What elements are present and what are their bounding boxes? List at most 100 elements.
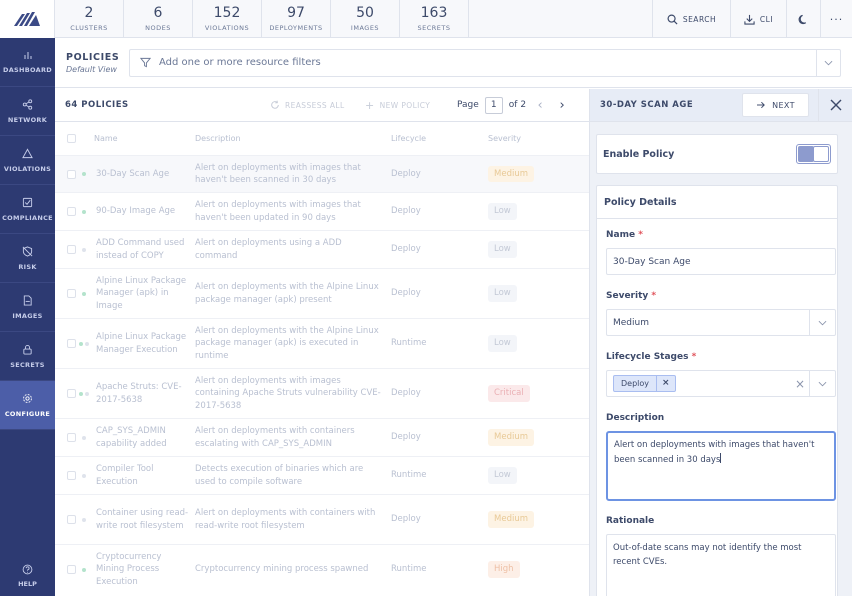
severity-select[interactable]: Medium (606, 309, 836, 336)
next-button[interactable]: NEXT (742, 93, 809, 117)
enabled-status-dot (81, 209, 86, 214)
summary-clusters[interactable]: 2 CLUSTERS (55, 0, 124, 38)
summary-secrets[interactable]: 163 SECRETS (400, 0, 469, 38)
chevron-down-icon[interactable] (809, 371, 835, 396)
table-row[interactable]: 30-Day Scan Age Alert on deployments wit… (55, 155, 589, 192)
plus-icon: + (365, 98, 375, 112)
cli-button[interactable]: CLI (730, 0, 786, 38)
column-lifecycle[interactable]: Lifecycle (391, 134, 488, 143)
nav-network[interactable]: NETWORK (0, 87, 55, 136)
clear-icon[interactable]: × (791, 377, 809, 391)
column-name[interactable]: Name (94, 134, 195, 143)
table-column-headers: Name Description Lifecycle Severity (55, 122, 589, 155)
table-row[interactable]: Alpine Linux Package Manager Execution A… (55, 318, 589, 368)
severity-badge: Low (488, 467, 517, 484)
policies-table-panel: 64 POLICIES REASSESS ALL + NEW POLICY Pa… (55, 89, 589, 596)
severity-badge: Critical (488, 385, 530, 402)
enable-policy-toggle[interactable] (796, 144, 831, 164)
next-page-icon[interactable]: › (554, 98, 570, 113)
stackrox-logo-icon (14, 12, 40, 26)
name-input[interactable]: 30-Day Scan Age (606, 248, 836, 275)
rationale-textarea[interactable]: Out-of-date scans may not identify the m… (606, 534, 836, 596)
table-row[interactable]: Alpine Linux Package Manager (apk) in Im… (55, 268, 589, 318)
refresh-icon (271, 100, 279, 109)
panel-header: 30-DAY SCAN AGE NEXT (590, 89, 852, 122)
disabled-status-dot (81, 473, 86, 478)
table-row[interactable]: CAP_SYS_ADMIN capability added Alert on … (55, 418, 589, 456)
lifecycle-multiselect[interactable]: Deploy × × (606, 370, 836, 397)
nav-secrets[interactable]: SECRETS (0, 332, 55, 381)
top-actions: SEARCH CLI ··· (652, 0, 852, 38)
lifecycle-field: Lifecycle Stages * Deploy × × (606, 352, 836, 397)
table-row[interactable]: 90-Day Image Age Alert on deployments wi… (55, 192, 589, 230)
summary-nodes[interactable]: 6 NODES (124, 0, 193, 38)
status-dot (84, 341, 89, 346)
nav-help[interactable]: HELP (0, 564, 55, 596)
enabled-status-dot (81, 291, 86, 296)
close-button[interactable] (818, 89, 852, 122)
select-all-checkbox[interactable] (67, 134, 76, 143)
nav-risk[interactable]: RISK (0, 234, 55, 283)
table-row[interactable]: Compiler Tool Execution Detects executio… (55, 456, 589, 494)
bar-chart-icon (24, 52, 31, 59)
left-nav: DASHBOARD NETWORK VIOLATIONS COMPLIANCE … (0, 38, 55, 596)
nav-dashboard[interactable]: DASHBOARD (0, 38, 55, 87)
severity-badge: Medium (488, 165, 534, 183)
moon-icon (798, 14, 807, 24)
filter-icon (140, 57, 151, 68)
summary-deployments[interactable]: 97 DEPLOYMENTS (262, 0, 331, 38)
severity-badge: Low (488, 285, 517, 302)
policy-count: 64 POLICIES (65, 100, 129, 110)
severity-badge: High (488, 561, 520, 578)
nav-configure[interactable]: CONFIGURE (0, 381, 55, 430)
table-row[interactable]: Cryptocurrency Mining Process Execution … (55, 544, 589, 594)
prev-page-icon[interactable]: ‹ (532, 98, 548, 113)
resource-filter-input[interactable]: Add one or more resource filters (129, 48, 841, 77)
disabled-status-dot (81, 247, 86, 252)
more-options-button[interactable]: ··· (820, 0, 852, 38)
close-icon (830, 99, 841, 111)
severity-badge: Low (488, 335, 517, 352)
summary-violations[interactable]: 152 VIOLATIONS (193, 0, 262, 38)
enabled-status-dot (78, 391, 83, 396)
enabled-status-dot (81, 567, 86, 572)
page-number-input[interactable]: 1 (484, 96, 503, 114)
pagination: Page 1 of 2 ‹ › (457, 96, 570, 114)
theme-toggle-button[interactable] (786, 0, 820, 38)
logo[interactable] (0, 0, 55, 38)
file-icon (23, 294, 32, 306)
enable-policy-card: Enable Policy (596, 134, 838, 174)
table-row[interactable]: Apache Struts: CVE-2017-5638 Alert on de… (55, 368, 589, 418)
alert-triangle-icon (22, 147, 33, 158)
remove-chip-icon[interactable]: × (657, 376, 675, 391)
column-severity[interactable]: Severity (488, 134, 568, 143)
summary-counts: 2 CLUSTERS 6 NODES 152 VIOLATIONS 97 DEPLOYM… (55, 0, 469, 38)
nav-images[interactable]: IMAGES (0, 283, 55, 332)
disabled-status-dot (81, 435, 86, 440)
policy-details-card: Policy Details Name * 30-Day Scan Age Se… (596, 185, 838, 596)
top-bar: 2 CLUSTERS 6 NODES 152 VIOLATIONS 97 DEPLOYM… (0, 0, 852, 38)
search-button[interactable]: SEARCH (652, 0, 730, 38)
severity-badge: Low (488, 203, 517, 220)
lifecycle-chip: Deploy × (613, 375, 676, 392)
chevron-down-icon[interactable] (809, 310, 835, 335)
status-dot (84, 391, 89, 396)
table-row[interactable]: ADD Command used instead of COPY Alert o… (55, 230, 589, 268)
chevron-down-icon[interactable] (816, 49, 840, 76)
enabled-status-dot (81, 172, 86, 176)
rationale-field: Rationale Out-of-date scans may not iden… (606, 516, 836, 596)
more-horizontal-icon: ··· (829, 12, 844, 26)
severity-badge: Medium (488, 511, 534, 528)
nav-compliance[interactable]: COMPLIANCE (0, 185, 55, 234)
summary-images[interactable]: 50 IMAGES (331, 0, 400, 38)
search-icon (667, 14, 678, 25)
table-header-bar: 64 POLICIES REASSESS ALL + NEW POLICY Pa… (55, 89, 589, 122)
table-row[interactable]: Container using read-write root filesyst… (55, 494, 589, 544)
description-textarea[interactable]: Alert on deployments with images that ha… (606, 431, 836, 501)
reassess-all-button[interactable]: REASSESS ALL (270, 100, 365, 110)
panel-title: 30-DAY SCAN AGE (600, 100, 694, 110)
nav-violations[interactable]: VIOLATIONS (0, 136, 55, 185)
new-policy-button[interactable]: + NEW POLICY (365, 99, 451, 112)
column-description[interactable]: Description (195, 134, 391, 143)
gear-icon (23, 393, 32, 403)
